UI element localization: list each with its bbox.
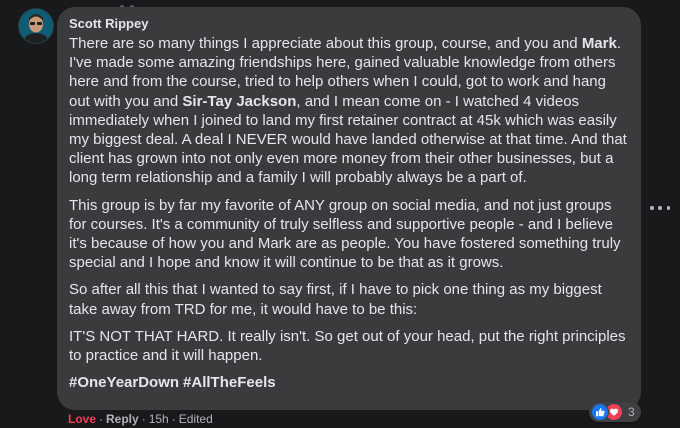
- comment-paragraph: So after all this that I wanted to say f…: [69, 280, 629, 318]
- more-dot-icon: [666, 206, 670, 210]
- comment-body: There are so many things I appreciate ab…: [69, 34, 629, 365]
- comment-actions: Love · Reply · 15h · Edited: [68, 411, 213, 427]
- more-dot-icon: [658, 206, 662, 210]
- mentioned-user-link[interactable]: Mark: [582, 35, 617, 52]
- comment-paragraph: There are so many things I appreciate ab…: [69, 34, 629, 188]
- more-dot-icon: [650, 206, 654, 210]
- reaction-count: 3: [628, 405, 635, 419]
- comment-text: IT'S NOT THAT HARD. It really isn't. So …: [69, 327, 626, 365]
- previous-comment-fragment: [120, 0, 180, 9]
- comment-bubble: Scott Rippey There are so many things I …: [57, 7, 641, 410]
- reply-action[interactable]: Reply: [106, 412, 139, 426]
- avatar[interactable]: [18, 8, 54, 44]
- action-separator: ·: [141, 412, 146, 426]
- comment-paragraph: IT'S NOT THAT HARD. It really isn't. So …: [69, 327, 629, 365]
- hashtag-link[interactable]: #AllTheFeels: [183, 374, 276, 391]
- comment-text: So after all this that I wanted to say f…: [69, 281, 602, 318]
- comment-text: There are so many things I appreciate ab…: [69, 35, 582, 52]
- comment-author[interactable]: Scott Rippey: [69, 15, 629, 32]
- comment-text: This group is by far my favorite of ANY …: [69, 196, 621, 272]
- action-separator: ·: [171, 412, 176, 426]
- comment-paragraph: This group is by far my favorite of ANY …: [69, 196, 629, 273]
- love-action[interactable]: Love: [68, 412, 96, 426]
- action-separator: ·: [99, 412, 104, 426]
- hashtags: #OneYearDown #AllTheFeels: [69, 373, 629, 392]
- mentioned-user-link[interactable]: Sir-Tay Jackson: [182, 93, 296, 110]
- comment-timestamp[interactable]: 15h: [149, 412, 169, 426]
- more-options-button[interactable]: [650, 201, 670, 215]
- edited-label[interactable]: Edited: [179, 412, 213, 426]
- avatar-image: [19, 9, 53, 43]
- reactions-summary[interactable]: 3: [589, 402, 641, 422]
- like-icon: [591, 403, 609, 421]
- hashtag-link[interactable]: #OneYearDown: [69, 374, 179, 391]
